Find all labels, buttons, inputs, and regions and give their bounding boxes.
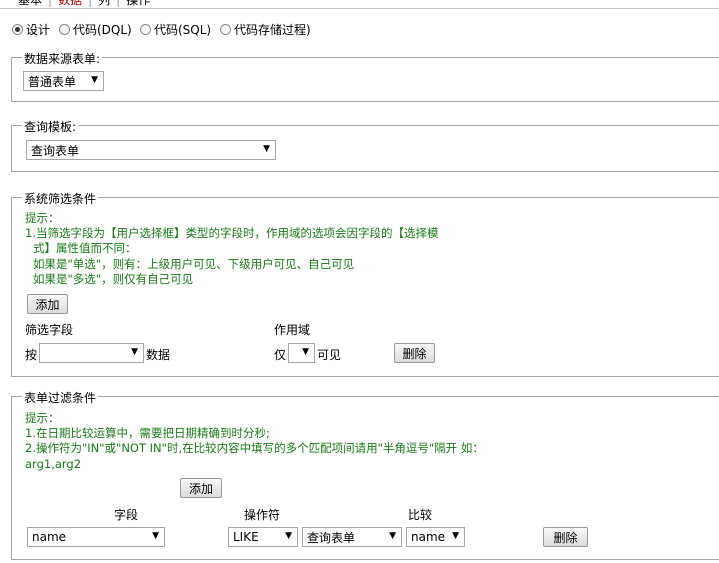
mode-radio-design[interactable]: 设计 [12, 21, 50, 38]
formfilter-hint-line2: 2.操作符为"IN"或"NOT IN"时,在比较内容中填写的多个匹配项间请用"半… [25, 441, 484, 455]
formfilter-col-op: 操作符 [244, 508, 281, 522]
tab-separator: | [48, 0, 53, 7]
sysfilter-col-field: 筛选字段 [25, 323, 74, 337]
datasource-fieldset [11, 57, 719, 102]
formfilter-field-value: name [32, 530, 67, 544]
chevron-down-icon: ▼ [302, 347, 309, 357]
chevron-down-icon: ▼ [131, 347, 138, 357]
tab-actions[interactable]: 操作 [126, 0, 150, 7]
datasource-legend: 数据来源表单: [22, 50, 103, 67]
template-legend: 查询模板: [22, 118, 79, 135]
radio-icon[interactable] [220, 24, 231, 35]
tab-divider [0, 8, 719, 9]
radio-label: 代码存储过程) [234, 23, 311, 37]
template-select-value: 查询表单 [31, 143, 80, 158]
sysfilter-add-button[interactable]: 添加 [27, 294, 68, 314]
mode-radio-procedure[interactable]: 代码存储过程) [220, 21, 311, 38]
formfilter-legend: 表单过滤条件 [22, 389, 99, 406]
sysfilter-scope-prefix: 仅 [274, 348, 287, 362]
sysfilter-hint-line3: 如果是"单选"，则有：上级用户可见、下级用户可见、自己可见 [33, 257, 355, 271]
sysfilter-hint-line2: 式】属性值而不同： [33, 241, 137, 255]
tab-basic[interactable]: 基本 [18, 0, 42, 7]
tab-bar: 基本 | 数据 | 列 | 操作 [18, 0, 150, 8]
radio-icon[interactable] [140, 24, 151, 35]
chevron-down-icon: ▼ [285, 531, 292, 541]
chevron-down-icon: ▼ [452, 531, 459, 541]
sysfilter-scope-suffix: 可见 [317, 348, 342, 362]
sysfilter-suffix: 数据 [146, 348, 171, 362]
radio-label: 代码(SQL) [154, 23, 212, 37]
tab-data[interactable]: 数据 [58, 0, 82, 7]
sysfilter-scope-select[interactable]: ▼ [288, 343, 315, 363]
formfilter-cmp-form-select[interactable]: 查询表单 ▼ [302, 527, 402, 547]
formfilter-col-field: 字段 [114, 508, 139, 522]
sysfilter-prefix: 按 [25, 348, 38, 362]
sysfilter-delete-button[interactable]: 删除 [394, 343, 435, 363]
radio-icon[interactable] [59, 24, 70, 35]
formfilter-cmp-form-value: 查询表单 [307, 530, 356, 545]
template-select[interactable]: 查询表单 ▼ [26, 140, 276, 160]
sysfilter-hint-title: 提示： [25, 211, 60, 225]
formfilter-hint-line1: 1.在日期比较运算中，需要把日期精确到时分秒; [25, 426, 270, 440]
datasource-select-value: 普通表单 [28, 74, 77, 89]
sysfilter-field-select[interactable]: ▼ [39, 343, 144, 363]
chevron-down-icon: ▼ [263, 144, 270, 154]
chevron-down-icon: ▼ [91, 75, 98, 85]
tab-separator: | [88, 0, 93, 7]
radio-icon[interactable] [12, 24, 23, 35]
tab-columns[interactable]: 列 [98, 0, 110, 7]
sysfilter-legend: 系统筛选条件 [22, 190, 99, 207]
formfilter-hint-title: 提示： [25, 411, 60, 425]
formfilter-col-cmp: 比较 [408, 508, 433, 522]
formfilter-op-value: LIKE [233, 530, 259, 544]
datasource-select[interactable]: 普通表单 ▼ [23, 71, 104, 91]
formfilter-hint-line3: arg1,arg2 [25, 457, 82, 471]
radio-label: 设计 [26, 23, 51, 37]
sysfilter-col-scope: 作用域 [274, 323, 311, 337]
tab-separator: | [116, 0, 121, 7]
radio-label: 代码(DQL) [73, 23, 132, 37]
mode-radio-sql[interactable]: 代码(SQL) [140, 21, 211, 38]
formfilter-delete-button[interactable]: 删除 [543, 527, 588, 547]
formfilter-add-button[interactable]: 添加 [180, 478, 222, 498]
formfilter-field-select[interactable]: name ▼ [27, 527, 165, 547]
chevron-down-icon: ▼ [152, 531, 159, 541]
sysfilter-hint-line4: 如果是"多选"，则仅有自己可见 [33, 272, 194, 286]
sysfilter-hint-line1: 1.当筛选字段为【用户选择框】类型的字段时，作用域的选项会因字段的【选择模 [25, 226, 439, 240]
formfilter-cmp-field-value: name [411, 530, 446, 544]
formfilter-cmp-field-select[interactable]: name ▼ [406, 527, 465, 547]
formfilter-op-select[interactable]: LIKE ▼ [228, 527, 298, 547]
mode-radio-dql[interactable]: 代码(DQL) [59, 21, 132, 38]
chevron-down-icon: ▼ [389, 531, 396, 541]
